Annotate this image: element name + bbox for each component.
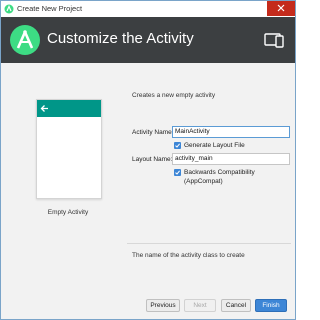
wizard-header: Customize the Activity [1, 17, 295, 63]
activity-name-input[interactable]: MainActivity [172, 126, 290, 138]
help-text: The name of the activity class to create [132, 252, 245, 259]
cancel-button[interactable]: Cancel [221, 299, 251, 312]
preview-toolbar [37, 100, 101, 117]
backwards-compat-label: Backwards Compatibility (AppCompat) [184, 169, 255, 185]
backwards-compat-checkbox[interactable] [174, 169, 181, 176]
checkmark-icon [175, 170, 180, 175]
activity-description: Creates a new empty activity [132, 92, 216, 99]
title-bar: Create New Project [1, 1, 295, 18]
android-studio-logo-icon [10, 25, 40, 55]
generate-layout-label: Generate Layout File [184, 142, 245, 149]
window-title: Create New Project [17, 4, 83, 13]
device-icon [264, 33, 284, 48]
page-title: Customize the Activity [47, 30, 194, 47]
back-arrow-icon [40, 105, 48, 112]
close-button[interactable] [267, 1, 295, 16]
android-studio-app-icon [4, 4, 14, 14]
checkmark-icon [175, 143, 180, 148]
activity-name-label: Activity Name: [132, 129, 174, 136]
finish-button[interactable]: Finish [255, 299, 287, 312]
layout-name-input[interactable]: activity_main [172, 153, 290, 165]
activity-preview [36, 99, 102, 199]
close-icon [277, 4, 285, 12]
create-project-window: Create New Project Customize the Activit… [0, 0, 296, 320]
generate-layout-checkbox[interactable] [174, 142, 181, 149]
divider [127, 243, 291, 244]
preview-label: Empty Activity [47, 209, 89, 216]
next-button[interactable]: Next [184, 299, 216, 312]
layout-name-label: Layout Name: [132, 156, 173, 163]
previous-button[interactable]: Previous [146, 299, 180, 312]
